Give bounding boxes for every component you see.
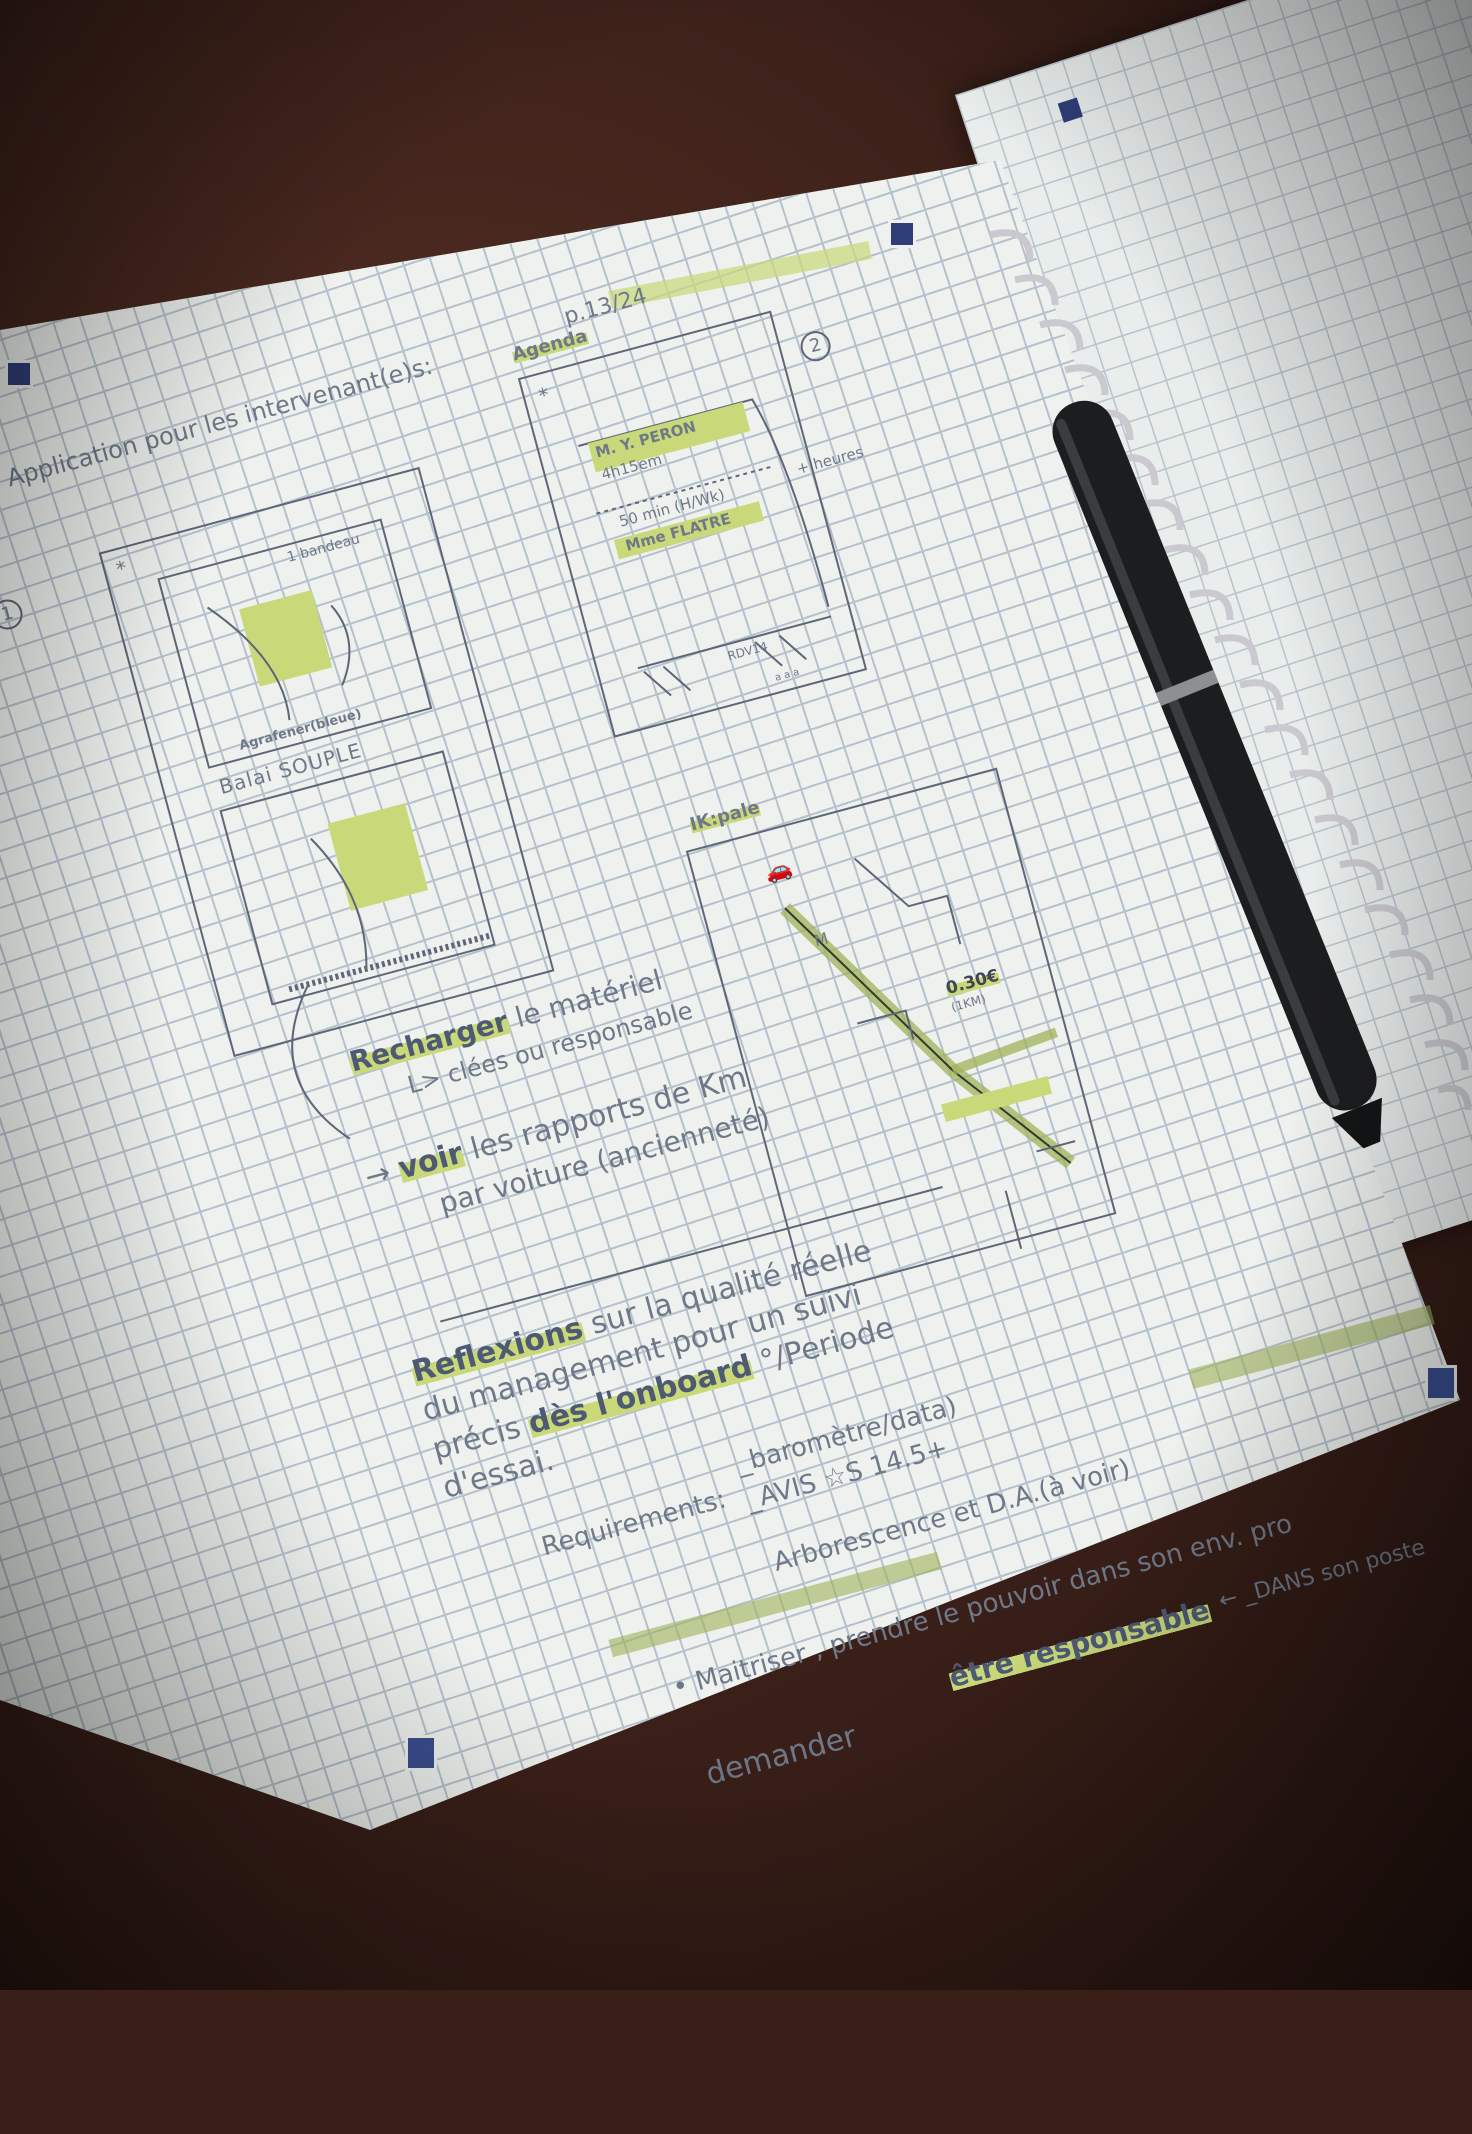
photo-scene: p.13/24 Application pour les intervenant… bbox=[0, 0, 1472, 1990]
pen-icon bbox=[1052, 400, 1382, 1149]
